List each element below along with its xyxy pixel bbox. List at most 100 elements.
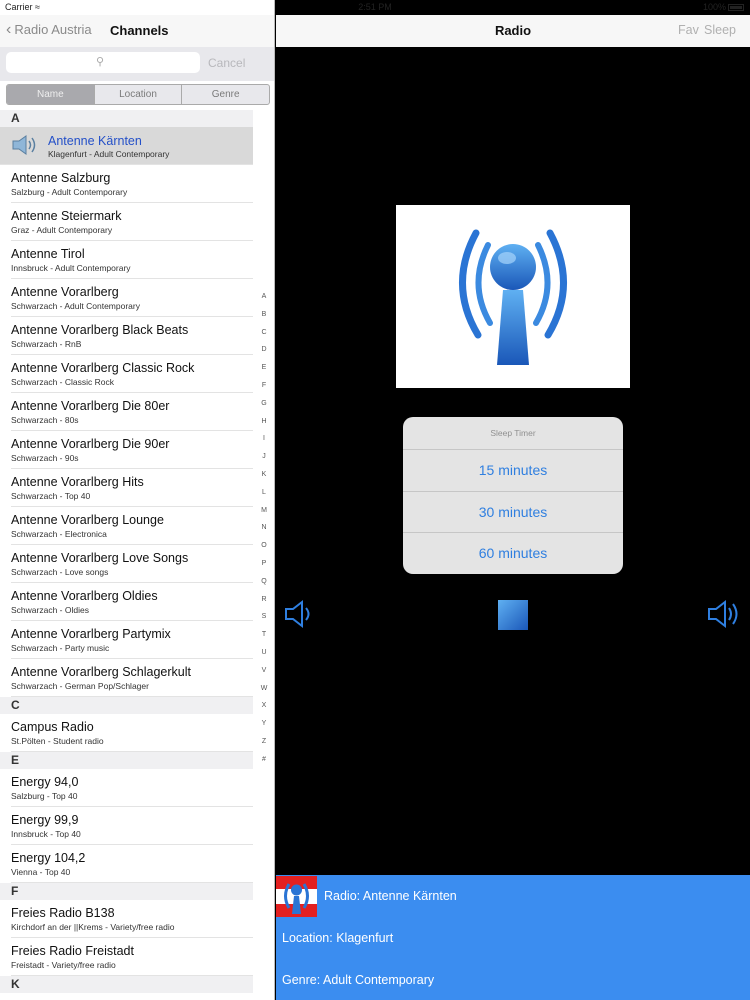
channel-name: Antenne Vorarlberg Black Beats bbox=[11, 323, 189, 337]
channel-row[interactable]: Campus Radio St.Pölten - Student radio bbox=[11, 714, 253, 752]
channel-row[interactable]: Antenne Steiermark Graz - Adult Contempor… bbox=[11, 203, 253, 241]
channel-row[interactable]: Antenne Vorarlberg Schlagerkult Schwarzac… bbox=[11, 659, 253, 697]
index-letter[interactable]: D bbox=[256, 345, 272, 363]
battery-text: 100% bbox=[702, 2, 726, 12]
search-input[interactable]: ⚲ bbox=[6, 52, 200, 73]
index-letter[interactable]: S bbox=[256, 612, 272, 630]
index-letter[interactable]: J bbox=[256, 452, 272, 470]
index-letter[interactable]: Y bbox=[256, 719, 272, 737]
index-letter[interactable]: C bbox=[256, 328, 272, 346]
back-button[interactable]: ‹ Radio Austria bbox=[6, 21, 92, 39]
channel-row[interactable]: Energy 99,9 Innsbruck - Top 40 bbox=[11, 807, 253, 845]
channel-name: Antenne Vorarlberg Hits bbox=[11, 475, 144, 489]
volume-down-button[interactable] bbox=[283, 599, 315, 629]
index-letter[interactable]: V bbox=[256, 666, 272, 684]
index-letter[interactable]: I bbox=[256, 434, 272, 452]
channel-row[interactable]: Antenne Kärnten Klagenfurt - Adult Contem… bbox=[0, 127, 253, 165]
station-flag-icon bbox=[276, 876, 317, 917]
channel-row[interactable]: Energy 104,2 Vienna - Top 40 bbox=[11, 845, 253, 883]
sleep-60-minutes-option[interactable]: 60 minutes bbox=[403, 533, 623, 574]
station-logo bbox=[276, 876, 317, 917]
index-letter[interactable]: K bbox=[256, 470, 272, 488]
status-bar: Carrier ≈ 2:51 PM 100% bbox=[0, 0, 750, 15]
index-letter[interactable]: N bbox=[256, 523, 272, 541]
now-playing-bar: Radio: Antenne Kärnten Location: Klagenf… bbox=[276, 875, 750, 1000]
channel-subtitle: Klagenfurt - Adult Contemporary bbox=[48, 149, 170, 159]
section-header: F bbox=[0, 883, 253, 900]
index-letter[interactable]: M bbox=[256, 506, 272, 524]
cancel-button[interactable]: Cancel bbox=[208, 56, 245, 70]
channel-row[interactable]: Freies Radio Freistadt Freistadt - Variet… bbox=[11, 938, 253, 976]
index-letter[interactable]: # bbox=[256, 755, 272, 773]
channel-row[interactable]: Freies Radio B138 Kirchdorf an der ||Krem… bbox=[11, 900, 253, 938]
sleep-30-minutes-option[interactable]: 30 minutes bbox=[403, 492, 623, 533]
index-letter[interactable]: L bbox=[256, 488, 272, 506]
channel-subtitle: Schwarzach - Classic Rock bbox=[11, 377, 114, 387]
channel-subtitle: Salzburg - Adult Contemporary bbox=[11, 187, 128, 197]
channel-row[interactable]: Antenne Vorarlberg Lounge Schwarzach - El… bbox=[11, 507, 253, 545]
channel-name: Energy 104,2 bbox=[11, 851, 86, 865]
channel-row[interactable]: Antenne Vorarlberg Oldies Schwarzach - Ol… bbox=[11, 583, 253, 621]
volume-up-icon bbox=[708, 599, 738, 629]
index-letter[interactable]: T bbox=[256, 630, 272, 648]
search-bar: ⚲ Cancel bbox=[0, 47, 274, 81]
battery-indicator: 100% bbox=[703, 2, 744, 12]
section-index[interactable]: A B C D E F G H I J K L M N O P Q R S T U V W X Y Z # bbox=[256, 292, 272, 773]
section-header: A bbox=[0, 110, 253, 127]
channel-subtitle: St.Pölten - Student radio bbox=[11, 736, 104, 746]
channel-row[interactable]: Energy 94,0 Salzburg - Top 40 bbox=[11, 769, 253, 807]
section-header: C bbox=[0, 697, 253, 714]
index-letter[interactable]: P bbox=[256, 559, 272, 577]
segment-location[interactable]: Location bbox=[95, 85, 183, 104]
index-letter[interactable]: G bbox=[256, 399, 272, 417]
segment-genre[interactable]: Genre bbox=[182, 85, 269, 104]
index-letter[interactable]: R bbox=[256, 595, 272, 613]
volume-up-button[interactable] bbox=[706, 599, 744, 629]
index-letter[interactable]: E bbox=[256, 363, 272, 381]
sleep-15-minutes-option[interactable]: 15 minutes bbox=[403, 450, 623, 492]
channel-row[interactable]: Antenne Vorarlberg Die 80er Schwarzach - … bbox=[11, 393, 253, 431]
channel-row[interactable]: Antenne Tirol Innsbruck - Adult Contempor… bbox=[11, 241, 253, 279]
index-letter[interactable]: X bbox=[256, 701, 272, 719]
channel-row[interactable]: Antenne Salzburg Salzburg - Adult Contemp… bbox=[11, 165, 253, 203]
channel-name: Campus Radio bbox=[11, 720, 94, 734]
sleep-button[interactable]: Sleep bbox=[704, 23, 736, 37]
index-letter[interactable]: Z bbox=[256, 737, 272, 755]
section-header: E bbox=[0, 752, 253, 769]
index-letter[interactable]: A bbox=[256, 292, 272, 310]
index-letter[interactable]: B bbox=[256, 310, 272, 328]
channel-subtitle: Schwarzach - Top 40 bbox=[11, 491, 91, 501]
channel-row[interactable]: Antenne Vorarlberg Classic Rock Schwarzac… bbox=[11, 355, 253, 393]
channel-subtitle: Salzburg - Top 40 bbox=[11, 791, 78, 801]
channel-name: Antenne Vorarlberg Partymix bbox=[11, 627, 171, 641]
now-playing-radio: Radio: Antenne Kärnten bbox=[324, 889, 457, 903]
fav-button[interactable]: Fav bbox=[678, 23, 699, 37]
channel-name: Antenne Vorarlberg Oldies bbox=[11, 589, 158, 603]
channel-subtitle: Schwarzach - Adult Contemporary bbox=[11, 301, 140, 311]
channel-row[interactable]: Antenne Vorarlberg Hits Schwarzach - Top … bbox=[11, 469, 253, 507]
index-letter[interactable]: H bbox=[256, 417, 272, 435]
battery-icon bbox=[728, 4, 744, 11]
chevron-left-icon: ‹ bbox=[6, 21, 12, 38]
channel-name: Antenne Vorarlberg Love Songs bbox=[11, 551, 189, 565]
index-letter[interactable]: F bbox=[256, 381, 272, 399]
channel-row[interactable]: Antenne Vorarlberg Black Beats Schwarzach… bbox=[11, 317, 253, 355]
index-letter[interactable]: W bbox=[256, 684, 272, 702]
channel-subtitle: Schwarzach - 90s bbox=[11, 453, 79, 463]
sort-segmented-control: Name Location Genre bbox=[6, 84, 270, 105]
channel-row[interactable]: Antenne Vorarlberg Die 90er Schwarzach - … bbox=[11, 431, 253, 469]
index-letter[interactable]: U bbox=[256, 648, 272, 666]
channel-subtitle: Kirchdorf an der ||Krems - Variety/free … bbox=[11, 922, 175, 932]
channel-row[interactable]: Antenne Vorarlberg Partymix Schwarzach - … bbox=[11, 621, 253, 659]
stop-button[interactable] bbox=[498, 600, 528, 630]
channel-name: Antenne Tirol bbox=[11, 247, 85, 261]
index-letter[interactable]: O bbox=[256, 541, 272, 559]
channel-subtitle: Vienna - Top 40 bbox=[11, 867, 71, 877]
channel-row[interactable]: Antenne Vorarlberg Schwarzach - Adult Con… bbox=[11, 279, 253, 317]
index-letter[interactable]: Q bbox=[256, 577, 272, 595]
channels-navbar: ‹ Radio Austria Channels bbox=[0, 15, 274, 47]
segment-name[interactable]: Name bbox=[7, 85, 95, 104]
channel-row[interactable]: Antenne Vorarlberg Love Songs Schwarzach … bbox=[11, 545, 253, 583]
channel-subtitle: Schwarzach - Party music bbox=[11, 643, 110, 653]
channel-name: Antenne Vorarlberg bbox=[11, 285, 119, 299]
